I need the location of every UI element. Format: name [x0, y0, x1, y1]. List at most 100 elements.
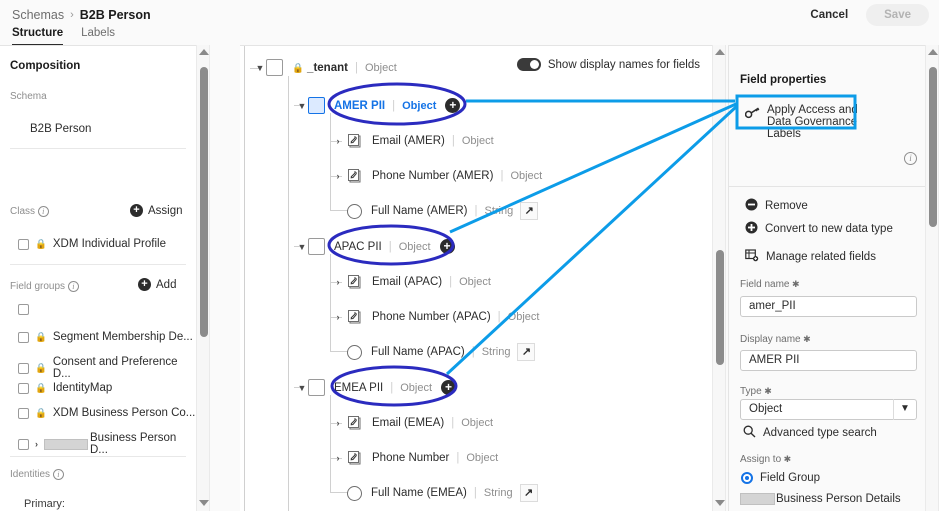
tree-node-name: Email (APAC) — [372, 276, 443, 288]
separator: | — [474, 205, 478, 217]
tree-node-fullname-emea[interactable]: Full Name (EMEA) | String ↗ — [344, 484, 538, 502]
tree-node-phone-apac[interactable]: › Phone Number (APAC) | Object — [332, 309, 539, 325]
tree-scrollbar[interactable] — [712, 45, 726, 511]
checkbox-class-item[interactable] — [18, 238, 29, 250]
breadcrumb-schemas-link[interactable]: Schemas — [12, 8, 64, 22]
lock-icon-class-item: 🔒 — [35, 238, 47, 250]
tree-node-tenant[interactable]: ▼ 🔒 _tenant | Object — [254, 59, 397, 76]
list-item[interactable]: 🔒 Segment Membership De... — [18, 331, 193, 343]
advanced-type-search-button[interactable]: Advanced type search — [743, 425, 877, 441]
tree-node-phone-emea[interactable]: › Phone Number | Object — [332, 450, 498, 466]
chevron-down-icon[interactable]: ▼ — [893, 399, 916, 420]
scrollbar-thumb[interactable] — [929, 67, 937, 227]
tree-node-phone-amer[interactable]: › Phone Number (AMER) | Object — [332, 168, 542, 184]
tree-node-fullname-apac[interactable]: Full Name (APAC) | String ↗ — [344, 343, 536, 361]
tree-node-emea-pii[interactable]: ▼ EMEA PII | Object + — [296, 379, 457, 396]
tree-node-type: Object — [364, 61, 397, 74]
tree-node-amer-pii[interactable]: ▼ AMER PII | Object + — [296, 97, 461, 114]
chevron-right-icon[interactable]: › — [35, 439, 38, 449]
scroll-down-arrow-icon[interactable] — [715, 500, 725, 506]
scrollbar-thumb[interactable] — [716, 250, 724, 365]
properties-scrollbar[interactable] — [925, 45, 939, 511]
separator: | — [449, 276, 453, 288]
checkbox-field-group[interactable] — [18, 362, 29, 374]
chevron-down-icon[interactable]: ▼ — [254, 63, 266, 73]
scroll-up-arrow-icon[interactable] — [715, 49, 725, 55]
info-icon-identities[interactable]: i — [52, 469, 64, 480]
checkbox-field-group[interactable] — [18, 438, 29, 450]
scroll-down-arrow-icon[interactable] — [199, 500, 209, 506]
chevron-right-icon[interactable]: › — [332, 418, 344, 428]
external-link-icon[interactable]: ↗ — [519, 484, 538, 502]
info-icon-class[interactable]: i — [37, 206, 49, 217]
composition-sidebar: Composition Schema B2B Person Class i + … — [0, 45, 196, 511]
tree-node-label: 🔒 _tenant — [292, 62, 348, 74]
checkbox-field-group[interactable] — [18, 331, 29, 343]
list-item[interactable]: 🔒 Consent and Preference D... — [18, 356, 196, 380]
field-name-input[interactable]: amer_PII — [740, 296, 917, 317]
divider-field-groups — [10, 456, 186, 457]
chevron-right-icon[interactable]: › — [332, 312, 344, 322]
assign-to-field-group-radio[interactable]: Field Group — [741, 472, 820, 484]
schema-name-label: B2B Person — [30, 123, 92, 135]
add-field-icon[interactable]: + — [439, 239, 455, 254]
checkbox-field-group[interactable] — [18, 304, 29, 315]
list-item[interactable]: 🔒 XDM Business Person Co... — [18, 407, 195, 419]
tab-labels[interactable]: Labels — [81, 27, 115, 46]
add-field-group-button[interactable]: + Add — [138, 278, 176, 291]
class-item-xdm-individual-profile[interactable]: 🔒 XDM Individual Profile — [18, 238, 166, 250]
schema-section-label: Schema — [10, 91, 47, 102]
chevron-right-icon[interactable]: › — [332, 277, 344, 287]
tree-node-email-emea[interactable]: › Email (EMEA) | Object — [332, 415, 493, 431]
checkbox-tree-node[interactable] — [266, 59, 283, 76]
save-button[interactable]: Save — [866, 4, 929, 26]
sidebar-scrollbar[interactable] — [196, 45, 210, 511]
chevron-right-icon[interactable]: › — [332, 453, 344, 463]
info-icon-field-groups[interactable]: i — [67, 281, 79, 292]
checkbox-tree-node-selected[interactable] — [308, 97, 325, 114]
separator: | — [456, 452, 460, 464]
checkbox-tree-node[interactable] — [308, 238, 325, 255]
scrollbar-thumb[interactable] — [200, 67, 208, 337]
show-display-names-toggle[interactable]: Show display names for fields — [516, 58, 700, 71]
chevron-down-icon[interactable]: ▼ — [296, 242, 308, 252]
toggle-switch[interactable] — [516, 58, 541, 71]
key-icon — [744, 106, 760, 122]
checkbox-field-group[interactable] — [18, 407, 29, 419]
external-link-icon[interactable]: ↗ — [520, 202, 539, 220]
tree-node-fullname-amer[interactable]: Full Name (AMER) | String ↗ — [344, 202, 539, 220]
list-item[interactable] — [18, 304, 35, 315]
assign-class-button[interactable]: + Assign — [130, 204, 183, 217]
scroll-up-arrow-icon[interactable] — [928, 49, 938, 55]
app-window: Schemas › B2B Person Structure Labels Ca… — [0, 0, 939, 511]
list-item[interactable]: › Business Person D... — [18, 432, 196, 456]
checkbox-tree-node[interactable] — [308, 379, 325, 396]
list-item[interactable]: 🔒 IdentityMap — [18, 382, 112, 394]
scroll-up-arrow-icon[interactable] — [199, 49, 209, 55]
display-name-input[interactable]: AMER PII — [740, 350, 917, 371]
tree-node-apac-pii[interactable]: ▼ APAC PII | Object + — [296, 238, 455, 255]
chevron-down-icon[interactable]: ▼ — [296, 101, 308, 111]
add-field-icon[interactable]: + — [445, 98, 461, 113]
tree-node-email-amer[interactable]: › Email (AMER) | Object — [332, 133, 494, 149]
field-groups-label-text: Field groups — [10, 281, 66, 292]
identity-primary[interactable]: Primary: b2b.personKey.sourceKey |... — [24, 498, 196, 511]
cancel-button[interactable]: Cancel — [798, 4, 860, 26]
radio-field-group[interactable] — [741, 472, 753, 484]
schema-name[interactable]: B2B Person — [30, 123, 91, 135]
type-select[interactable]: Object ▼ — [740, 399, 917, 420]
manage-related-fields-button[interactable]: Manage related fields — [745, 249, 876, 265]
remove-field-button[interactable]: Remove — [745, 198, 808, 214]
checkbox-field-group[interactable] — [18, 382, 29, 394]
tab-structure[interactable]: Structure — [12, 27, 64, 46]
add-field-icon[interactable]: + — [441, 380, 457, 395]
tree-node-email-apac[interactable]: › Email (APAC) | Object — [332, 274, 491, 290]
chevron-right-icon[interactable]: › — [332, 136, 344, 146]
convert-data-type-button[interactable]: Convert to new data type — [745, 221, 893, 237]
info-icon-field-properties[interactable]: i — [904, 152, 917, 165]
chevron-down-icon[interactable]: ▼ — [296, 383, 308, 393]
external-link-icon[interactable]: ↗ — [517, 343, 536, 361]
assign-to-label: Assign to ✱ — [740, 454, 791, 465]
chevron-right-icon[interactable]: › — [332, 171, 344, 181]
apply-access-governance-labels-button[interactable]: Apply Access and Data Governance Labels — [744, 104, 870, 140]
